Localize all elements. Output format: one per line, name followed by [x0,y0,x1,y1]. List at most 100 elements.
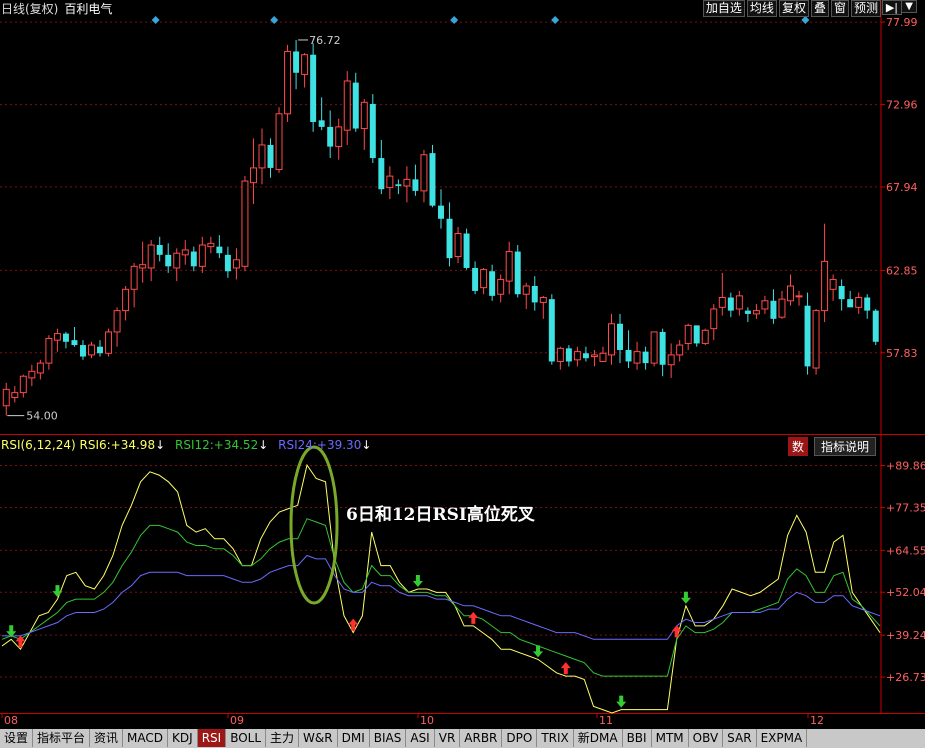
toolbar: 加自选 均线 复权 叠 窗 预测 [702,0,881,17]
tab-15[interactable]: TRIX [537,729,574,747]
candle [36,359,44,380]
x-tick-label: 10 [420,714,434,727]
candle [378,140,385,195]
candle [232,248,240,280]
candle-body [232,259,240,269]
event-marker-icon [551,16,560,24]
candle [258,128,266,185]
candle-body [386,175,394,189]
candle-body [864,297,871,311]
candle [45,335,53,370]
candle-body [113,310,121,333]
tab-8[interactable]: W&R [299,729,338,747]
candle-body [676,344,684,356]
toolbar-adjust[interactable]: 复权 [778,0,809,17]
toolbar-add-watchlist[interactable]: 加自选 [702,0,745,17]
stock-name: 百利电气 [64,2,113,16]
candle-body [761,300,769,310]
candle-body [650,331,658,364]
candle [761,295,769,314]
candle-body [693,325,700,344]
rsi-tick-label: +77.35 [886,501,925,514]
candle [130,263,138,308]
rsi-tick-label: +26.73 [886,671,925,684]
sell-arrow-icon [468,611,479,624]
toolbar-moving-average[interactable]: 均线 [746,0,777,17]
rsi12-value: +34.52 [213,438,259,452]
candle-body [821,260,829,312]
candle-body [88,344,95,356]
candle [633,341,641,370]
candle-body [548,299,555,362]
candle [156,236,163,262]
candle-body [625,349,632,362]
candle [429,144,436,208]
tab-20[interactable]: SAR [723,729,757,747]
rsi24-line [2,554,881,640]
candle [829,274,837,301]
candle-body [446,218,453,259]
candle-body [463,233,470,268]
rsi-tick-label: +52.04 [886,586,925,599]
tab-19[interactable]: OBV [689,729,724,747]
tab-3[interactable]: MACD [123,729,169,747]
tab-0[interactable]: 设置 [0,729,34,747]
tab-9[interactable]: DMI [338,729,370,747]
tab-2[interactable]: 资讯 [90,729,124,747]
chart-svg: 77.99 72.96 67.94 62.85 57.83 76.72 54.00 +89.8… [0,0,925,727]
candle-body [275,113,283,171]
candle [864,294,871,319]
tab-12[interactable]: VR [435,729,461,747]
candle [438,189,444,229]
candle-body [395,184,402,186]
candle-body [684,324,692,344]
candle [360,99,368,150]
tab-10[interactable]: BIAS [370,729,407,747]
candle [97,340,104,357]
candle [2,382,10,416]
candle [28,364,36,387]
candle-body [556,347,564,362]
candle [62,331,69,349]
sell-arrow-icon [560,662,571,675]
candle-body [582,353,589,359]
candle-body [284,50,292,115]
indicator-help-button[interactable]: 指标说明 [814,437,877,456]
tab-11[interactable]: ASI [406,729,435,747]
chevron-down-icon[interactable]: ▼ [901,0,917,13]
tab-7[interactable]: 主力 [266,729,300,747]
buy-arrow-icon [616,695,627,708]
tab-21[interactable]: EXPMA [757,729,808,747]
collapse-icon[interactable]: ▶| [881,0,902,15]
candle-body [403,178,411,187]
tab-17[interactable]: BBI [623,729,652,747]
data-button[interactable]: 数 [788,437,809,456]
candle [812,308,820,375]
toolbar-window[interactable]: 窗 [830,0,849,17]
tab-5[interactable]: RSI [197,729,227,747]
candle-body [633,351,641,364]
candle-body [335,126,343,148]
candle [735,290,743,316]
tab-6[interactable]: BOLL [226,729,267,747]
candle [565,345,572,367]
tab-16[interactable]: 新DMA [574,729,623,747]
candle-body [838,286,845,300]
toolbar-forecast[interactable]: 预测 [850,0,881,17]
candle [412,164,419,196]
candle-body [156,245,163,255]
candle-body [79,345,86,357]
candle [301,53,309,88]
candle [480,267,488,295]
tab-18[interactable]: MTM [652,729,689,747]
candle-body [847,299,854,308]
candle [522,282,530,309]
tab-14[interactable]: DPO [502,729,538,747]
toolbar-overlay[interactable]: 叠 [810,0,829,17]
candle [855,292,863,314]
tab-1[interactable]: 指标平台 [33,729,91,747]
tab-4[interactable]: KDJ [168,729,198,747]
tab-13[interactable]: ARBR [460,729,503,747]
candle [284,44,292,122]
candle [531,276,538,311]
